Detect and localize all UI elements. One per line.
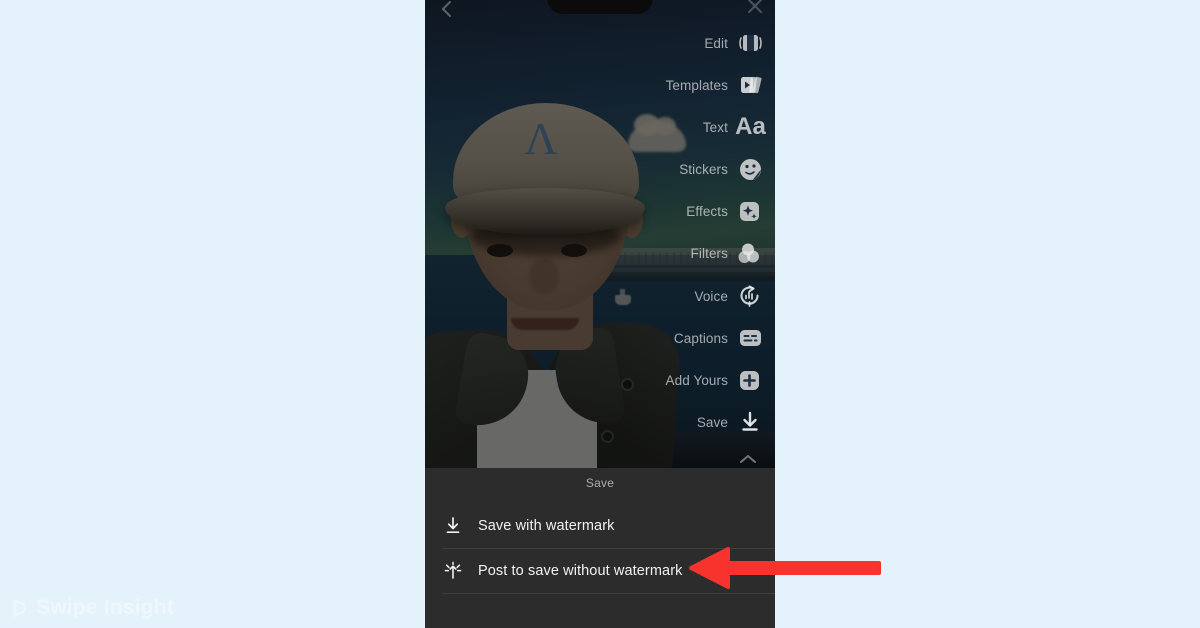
chevron-left-icon[interactable]: [436, 0, 458, 20]
tool-label: Filters: [690, 245, 728, 261]
phone-screen: Λ Edit: [425, 0, 775, 628]
tool-item-edit[interactable]: Edit: [704, 28, 763, 58]
save-with-watermark-row[interactable]: Save with watermark: [425, 504, 775, 548]
watermark-text: Swipe Insight: [36, 596, 174, 619]
add-yours-plus-icon: [738, 368, 763, 393]
swipe-insight-logo-icon: [12, 599, 29, 618]
row-label: Post to save without watermark: [478, 563, 683, 579]
sticker-face-icon: [738, 157, 763, 182]
tool-item-voice[interactable]: Voice: [694, 281, 763, 311]
tool-label: Stickers: [679, 161, 728, 177]
tool-label: Voice: [694, 288, 728, 304]
magic-sparkle-icon: [443, 561, 463, 581]
tool-item-save[interactable]: Save: [697, 407, 763, 437]
watermark: Swipe Insight: [12, 596, 174, 620]
tool-label: Save: [696, 414, 728, 430]
tool-label: Edit: [704, 35, 728, 51]
download-icon: [443, 516, 463, 536]
tool-item-stickers[interactable]: Stickers: [679, 154, 763, 184]
tool-item-effects[interactable]: Effects: [686, 196, 763, 226]
close-x-icon[interactable]: [745, 0, 765, 16]
tool-label: Templates: [665, 77, 728, 93]
sheet-divider: [443, 593, 775, 594]
captions-icon: [738, 326, 763, 351]
row-label: Save with watermark: [478, 518, 615, 534]
filters-circles-icon: [738, 241, 763, 266]
effects-star-icon: [738, 199, 763, 224]
tool-item-templates[interactable]: Templates: [666, 70, 763, 100]
tool-label: Text: [702, 119, 728, 135]
templates-icon: [738, 73, 763, 98]
tool-label: Add Yours: [665, 372, 728, 388]
tool-item-captions[interactable]: Captions: [674, 323, 763, 353]
tool-item-add-yours[interactable]: Add Yours: [666, 365, 763, 395]
tool-label: Effects: [686, 203, 728, 219]
tool-item-text[interactable]: Text Aa: [702, 112, 766, 142]
screenshot-root: Swipe Insight Edit Templates Text Aa Sti…: [0, 0, 1200, 628]
text-aa-icon: Aa: [735, 113, 766, 140]
chevron-up-icon[interactable]: [739, 452, 757, 464]
annotation-arrow-left-icon: [686, 545, 881, 591]
download-icon: [738, 410, 763, 435]
tool-label: Captions: [673, 330, 728, 346]
voice-record-icon: [738, 284, 763, 309]
dynamic-island: [547, 0, 653, 14]
tool-item-filters[interactable]: Filters: [691, 238, 763, 268]
edit-clip-icon: [738, 31, 763, 56]
sheet-title: Save: [585, 476, 615, 490]
